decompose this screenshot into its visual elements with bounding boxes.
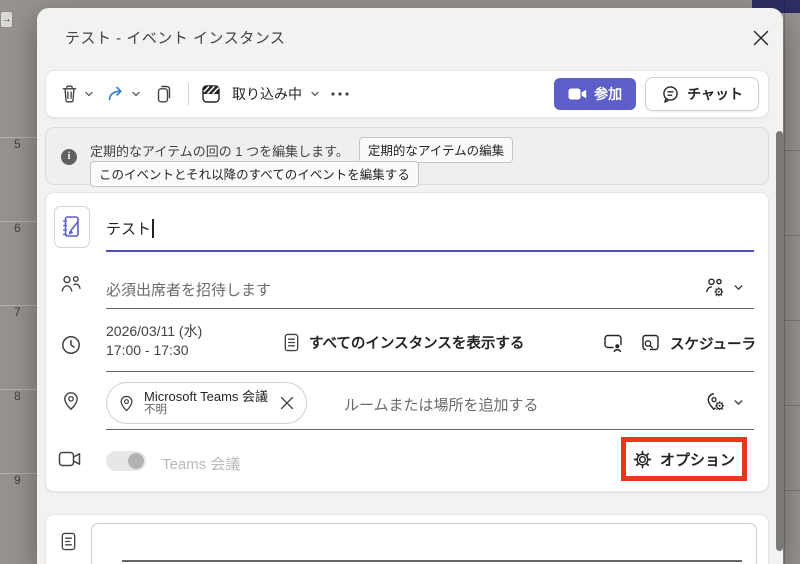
location-underline bbox=[106, 429, 754, 430]
show-all-instances-label: すべてのインスタンスを表示する bbox=[309, 332, 524, 353]
event-title-icon-box bbox=[54, 206, 90, 248]
edit-note-icon bbox=[60, 214, 84, 240]
description-input[interactable] bbox=[91, 523, 757, 564]
remove-location-icon[interactable] bbox=[280, 396, 294, 410]
scheduler-label: スケジューラ bbox=[670, 333, 756, 354]
delete-button[interactable] bbox=[60, 84, 94, 104]
attendees-input[interactable]: 必須出席者を招待します bbox=[106, 279, 271, 300]
people-settings-icon bbox=[704, 277, 726, 298]
background-gridline bbox=[784, 320, 800, 321]
background-gridline bbox=[784, 0, 785, 564]
edit-this-and-following-button[interactable]: このイベントとそれ以降のすべてのイベントを編集する bbox=[90, 161, 419, 187]
background-gridline bbox=[784, 235, 800, 236]
event-form: テスト 必須出席者を招待します bbox=[45, 192, 769, 492]
location-chip[interactable]: Microsoft Teams 会議 不明 bbox=[106, 382, 307, 424]
people-icon bbox=[60, 274, 82, 294]
annotation-highlight-box: オプション bbox=[621, 437, 747, 481]
video-camera-icon bbox=[58, 450, 82, 468]
background-hour-label: 7 bbox=[14, 305, 21, 319]
copy-icon bbox=[154, 84, 173, 104]
recurrence-message: 定期的なアイテムの回の 1 つを編集します。 bbox=[90, 141, 349, 160]
dialog-scrollbar[interactable] bbox=[776, 131, 783, 551]
response-options-icon[interactable] bbox=[602, 332, 624, 354]
chevron-down-icon bbox=[310, 89, 320, 99]
copy-button[interactable] bbox=[154, 84, 173, 104]
event-title-input[interactable]: テスト bbox=[106, 218, 154, 239]
event-time[interactable]: 17:00 - 17:30 bbox=[106, 342, 189, 358]
attendees-underline bbox=[106, 308, 754, 309]
document-list-icon bbox=[282, 332, 301, 353]
chat-label: チャット bbox=[687, 84, 743, 104]
location-settings-icon bbox=[704, 391, 726, 413]
info-icon bbox=[61, 149, 77, 165]
join-label: 参加 bbox=[594, 84, 622, 104]
location-input[interactable]: ルームまたは場所を追加する bbox=[344, 394, 539, 415]
options-button[interactable]: オプション bbox=[660, 449, 735, 470]
location-pin-icon bbox=[60, 390, 82, 412]
event-instance-dialog: テスト - イベント インスタンス bbox=[37, 8, 783, 564]
more-options-icon[interactable] bbox=[330, 91, 350, 97]
description-section bbox=[45, 514, 769, 564]
chevron-down-icon bbox=[733, 282, 744, 293]
forward-arrow-icon bbox=[107, 85, 126, 103]
background-arrow-icon: → bbox=[0, 11, 13, 28]
scheduler-search-icon bbox=[640, 332, 662, 354]
trash-icon bbox=[60, 84, 79, 104]
show-all-instances-button[interactable]: すべてのインスタンスを表示する bbox=[282, 332, 524, 353]
notes-icon bbox=[59, 531, 78, 552]
chevron-down-icon bbox=[733, 397, 744, 408]
edit-series-button[interactable]: 定期的なアイテムの編集 bbox=[359, 137, 513, 163]
join-button[interactable]: 参加 bbox=[554, 78, 636, 110]
chat-button[interactable]: チャット bbox=[645, 77, 759, 111]
clock-icon bbox=[60, 334, 82, 356]
attendees-options-control[interactable] bbox=[704, 277, 744, 298]
background-gridline bbox=[784, 150, 800, 151]
dialog-title: テスト - イベント インスタンス bbox=[65, 27, 285, 48]
text-cursor bbox=[152, 219, 154, 238]
description-underline bbox=[122, 560, 742, 562]
background-gridline bbox=[784, 405, 800, 406]
toolbar-divider bbox=[188, 83, 189, 105]
location-options-control[interactable] bbox=[704, 391, 744, 413]
toolbar: 取り込み中 参加 チャット bbox=[45, 70, 769, 118]
background-gridline bbox=[784, 490, 800, 491]
background-hour-label: 6 bbox=[14, 221, 21, 235]
status-selector[interactable]: 取り込み中 bbox=[202, 84, 320, 104]
chevron-down-icon bbox=[84, 89, 94, 99]
recurrence-banner: 定期的なアイテムの回の 1 つを編集します。 定期的なアイテムの編集 このイベン… bbox=[45, 127, 769, 185]
title-underline bbox=[106, 250, 754, 252]
datetime-underline bbox=[106, 371, 754, 372]
busy-status-icon bbox=[202, 85, 220, 103]
gear-icon bbox=[633, 450, 652, 469]
event-title-value: テスト bbox=[106, 218, 151, 239]
status-label: 取り込み中 bbox=[232, 84, 302, 104]
dialog-header: テスト - イベント インスタンス bbox=[37, 8, 783, 62]
chevron-down-icon bbox=[131, 89, 141, 99]
background-hour-label: 9 bbox=[14, 473, 21, 487]
location-pin-icon bbox=[117, 394, 136, 413]
background-hour-label: 5 bbox=[14, 137, 21, 151]
teams-meeting-toggle[interactable] bbox=[106, 451, 146, 471]
forward-button[interactable] bbox=[107, 85, 141, 103]
background-hour-label: 8 bbox=[14, 389, 21, 403]
toggle-knob bbox=[128, 453, 144, 469]
teams-meeting-label: Teams 会議 bbox=[162, 453, 240, 474]
close-icon[interactable] bbox=[749, 26, 773, 50]
video-camera-icon bbox=[568, 87, 587, 101]
location-chip-status: 不明 bbox=[144, 404, 268, 417]
event-date[interactable]: 2026/03/11 (水) bbox=[106, 321, 202, 341]
chat-bubble-icon bbox=[661, 85, 680, 104]
location-chip-name: Microsoft Teams 会議 bbox=[144, 389, 268, 404]
scheduler-button[interactable]: スケジューラ bbox=[640, 332, 756, 354]
